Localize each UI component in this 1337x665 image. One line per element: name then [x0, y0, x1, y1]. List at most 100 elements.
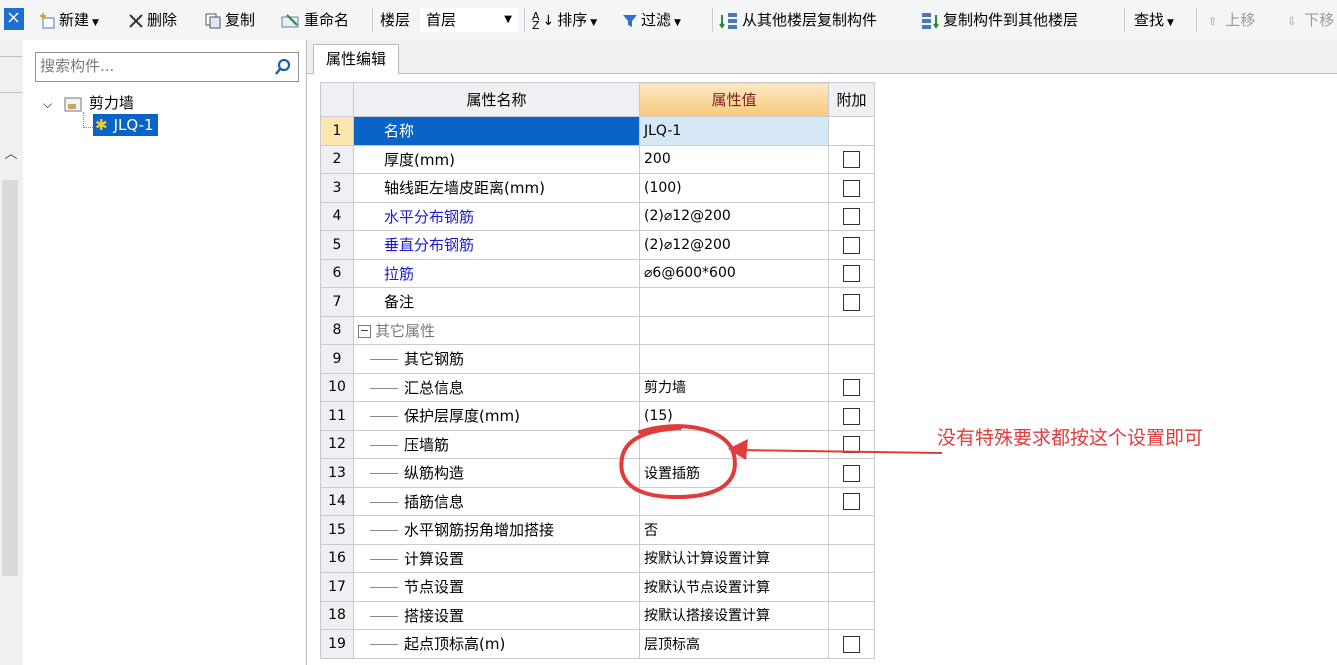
property-name-label[interactable]: 起点顶标高(m): [404, 635, 505, 653]
rename-button[interactable]: 重命名: [281, 8, 349, 32]
property-value[interactable]: (100): [639, 173, 829, 203]
attach-checkbox[interactable]: [843, 208, 860, 226]
attach-cell: [828, 486, 875, 516]
property-name-label[interactable]: 汇总信息: [404, 379, 464, 397]
property-value[interactable]: [639, 486, 829, 516]
tree-node-shear-wall[interactable]: ⌵ 剪力墙: [43, 92, 134, 114]
table-row[interactable]: 14 插筋信息: [320, 486, 875, 516]
property-name[interactable]: 拉筋: [353, 258, 640, 288]
vertical-scrollbar[interactable]: [2, 180, 18, 576]
row-number: 7: [320, 287, 354, 317]
property-name-label[interactable]: 计算设置: [404, 550, 464, 568]
table-row[interactable]: 2 厚度(mm) 200: [320, 144, 875, 174]
property-value[interactable]: 按默认搭接设置计算: [639, 600, 829, 630]
chevron-down-icon[interactable]: ⌵: [43, 97, 52, 111]
property-value[interactable]: 层顶标高: [639, 629, 829, 659]
sort-button[interactable]: A Z ↓ 排序 ▼: [532, 8, 597, 32]
attach-checkbox[interactable]: [843, 493, 860, 511]
table-row[interactable]: 12 压墙筋: [320, 429, 875, 459]
table-row[interactable]: 19 起点顶标高(m) 层顶标高: [320, 629, 875, 659]
table-row[interactable]: 7 备注: [320, 287, 875, 317]
property-name-header[interactable]: 属性名称: [353, 82, 640, 117]
attach-checkbox[interactable]: [843, 265, 860, 283]
find-button[interactable]: 查找 ▼: [1134, 8, 1174, 32]
tab-property-edit[interactable]: 属性编辑: [313, 44, 400, 75]
property-value[interactable]: ⌀6@600*600: [639, 258, 829, 288]
property-name[interactable]: 水平分布钢筋: [353, 201, 640, 231]
property-value[interactable]: 否: [639, 515, 829, 545]
table-row[interactable]: 4 水平分布钢筋 (2)⌀12@200: [320, 201, 875, 231]
new-button[interactable]: 新建 ▼: [38, 8, 99, 32]
table-row[interactable]: 15 水平钢筋拐角增加搭接 否: [320, 515, 875, 545]
copy-from-floor-button[interactable]: 从其他楼层复制构件: [719, 8, 877, 32]
attach-checkbox[interactable]: [843, 293, 860, 311]
copy-button[interactable]: 复制: [204, 8, 255, 32]
table-row[interactable]: 1 名称 JLQ-1: [320, 116, 875, 146]
table-row[interactable]: 18 搭接设置 按默认搭接设置计算: [320, 600, 875, 630]
property-value[interactable]: [639, 344, 829, 374]
move-down-button[interactable]: ⇩ 下移: [1287, 8, 1334, 32]
collapse-up-icon[interactable]: ︿: [0, 140, 22, 170]
search-input[interactable]: [36, 53, 272, 79]
property-name: 节点设置: [353, 572, 640, 602]
attach-checkbox[interactable]: [843, 464, 860, 482]
attach-checkbox[interactable]: [843, 179, 860, 197]
floor-select[interactable]: 首层 ▼: [420, 8, 518, 32]
search-button[interactable]: [268, 53, 298, 81]
attach-cell: [828, 372, 875, 402]
table-row[interactable]: 3 轴线距左墙皮距离(mm) (100): [320, 173, 875, 203]
attach-checkbox[interactable]: [843, 151, 860, 169]
property-name[interactable]: 名称: [353, 116, 640, 146]
property-value[interactable]: (2)⌀12@200: [639, 201, 829, 231]
tree-node-jlq1[interactable]: ✱ JLQ-1: [93, 114, 158, 136]
table-row[interactable]: 9 其它钢筋: [320, 344, 875, 374]
property-name-label[interactable]: 搭接设置: [404, 607, 464, 625]
table-row[interactable]: 17 节点设置 按默认节点设置计算: [320, 572, 875, 602]
attach-checkbox[interactable]: [843, 379, 860, 397]
table-row-group[interactable]: 8 − 其它属性: [320, 315, 875, 345]
attach-checkbox[interactable]: [843, 635, 860, 653]
table-row[interactable]: 13 纵筋构造 设置插筋: [320, 458, 875, 488]
collapse-minus-icon[interactable]: −: [358, 324, 371, 338]
attach-cell: [828, 201, 875, 231]
attach-checkbox[interactable]: [843, 236, 860, 254]
attach-checkbox[interactable]: [843, 407, 860, 425]
property-value[interactable]: [639, 287, 829, 317]
property-value[interactable]: (15): [639, 401, 829, 431]
property-name[interactable]: 轴线距左墙皮距离(mm): [353, 173, 640, 203]
property-name-label[interactable]: 水平钢筋拐角增加搭接: [404, 521, 554, 539]
table-row[interactable]: 6 拉筋 ⌀6@600*600: [320, 258, 875, 288]
property-name-label[interactable]: 其它钢筋: [404, 350, 464, 368]
property-name[interactable]: 垂直分布钢筋: [353, 230, 640, 260]
property-value[interactable]: (2)⌀12@200: [639, 230, 829, 260]
delete-button[interactable]: 删除: [128, 8, 177, 32]
property-value-header[interactable]: 属性值: [639, 82, 829, 117]
attach-checkbox[interactable]: [843, 436, 860, 454]
property-value[interactable]: [639, 429, 829, 459]
filter-button[interactable]: 过滤 ▼: [622, 8, 681, 32]
table-row[interactable]: 11 保护层厚度(mm) (15): [320, 401, 875, 431]
property-value[interactable]: 200: [639, 144, 829, 174]
property-name[interactable]: 厚度(mm): [353, 144, 640, 174]
property-value[interactable]: 按默认节点设置计算: [639, 572, 829, 602]
property-name-label[interactable]: 保护层厚度(mm): [404, 407, 520, 425]
property-value[interactable]: 设置插筋: [639, 458, 829, 488]
property-group[interactable]: − 其它属性: [353, 315, 640, 345]
property-value[interactable]: 按默认计算设置计算: [639, 543, 829, 573]
move-up-button[interactable]: ⇧ 上移: [1208, 8, 1255, 32]
table-row[interactable]: 5 垂直分布钢筋 (2)⌀12@200: [320, 230, 875, 260]
property-name-label[interactable]: 插筋信息: [404, 493, 464, 511]
rename-button-label: 重命名: [304, 11, 350, 29]
row-number: 15: [320, 515, 354, 545]
tree-branch-line: [370, 387, 398, 389]
attach-header[interactable]: 附加: [828, 82, 875, 117]
property-name-label[interactable]: 节点设置: [404, 578, 464, 596]
property-name-label[interactable]: 压墙筋: [404, 436, 449, 454]
table-row[interactable]: 10 汇总信息 剪力墙: [320, 372, 875, 402]
property-name[interactable]: 备注: [353, 287, 640, 317]
property-value[interactable]: 剪力墙: [639, 372, 829, 402]
copy-to-floor-button[interactable]: 复制构件到其他楼层: [920, 8, 1078, 32]
property-value[interactable]: JLQ-1: [639, 116, 829, 146]
table-row[interactable]: 16 计算设置 按默认计算设置计算: [320, 543, 875, 573]
property-name-label[interactable]: 纵筋构造: [404, 464, 464, 482]
